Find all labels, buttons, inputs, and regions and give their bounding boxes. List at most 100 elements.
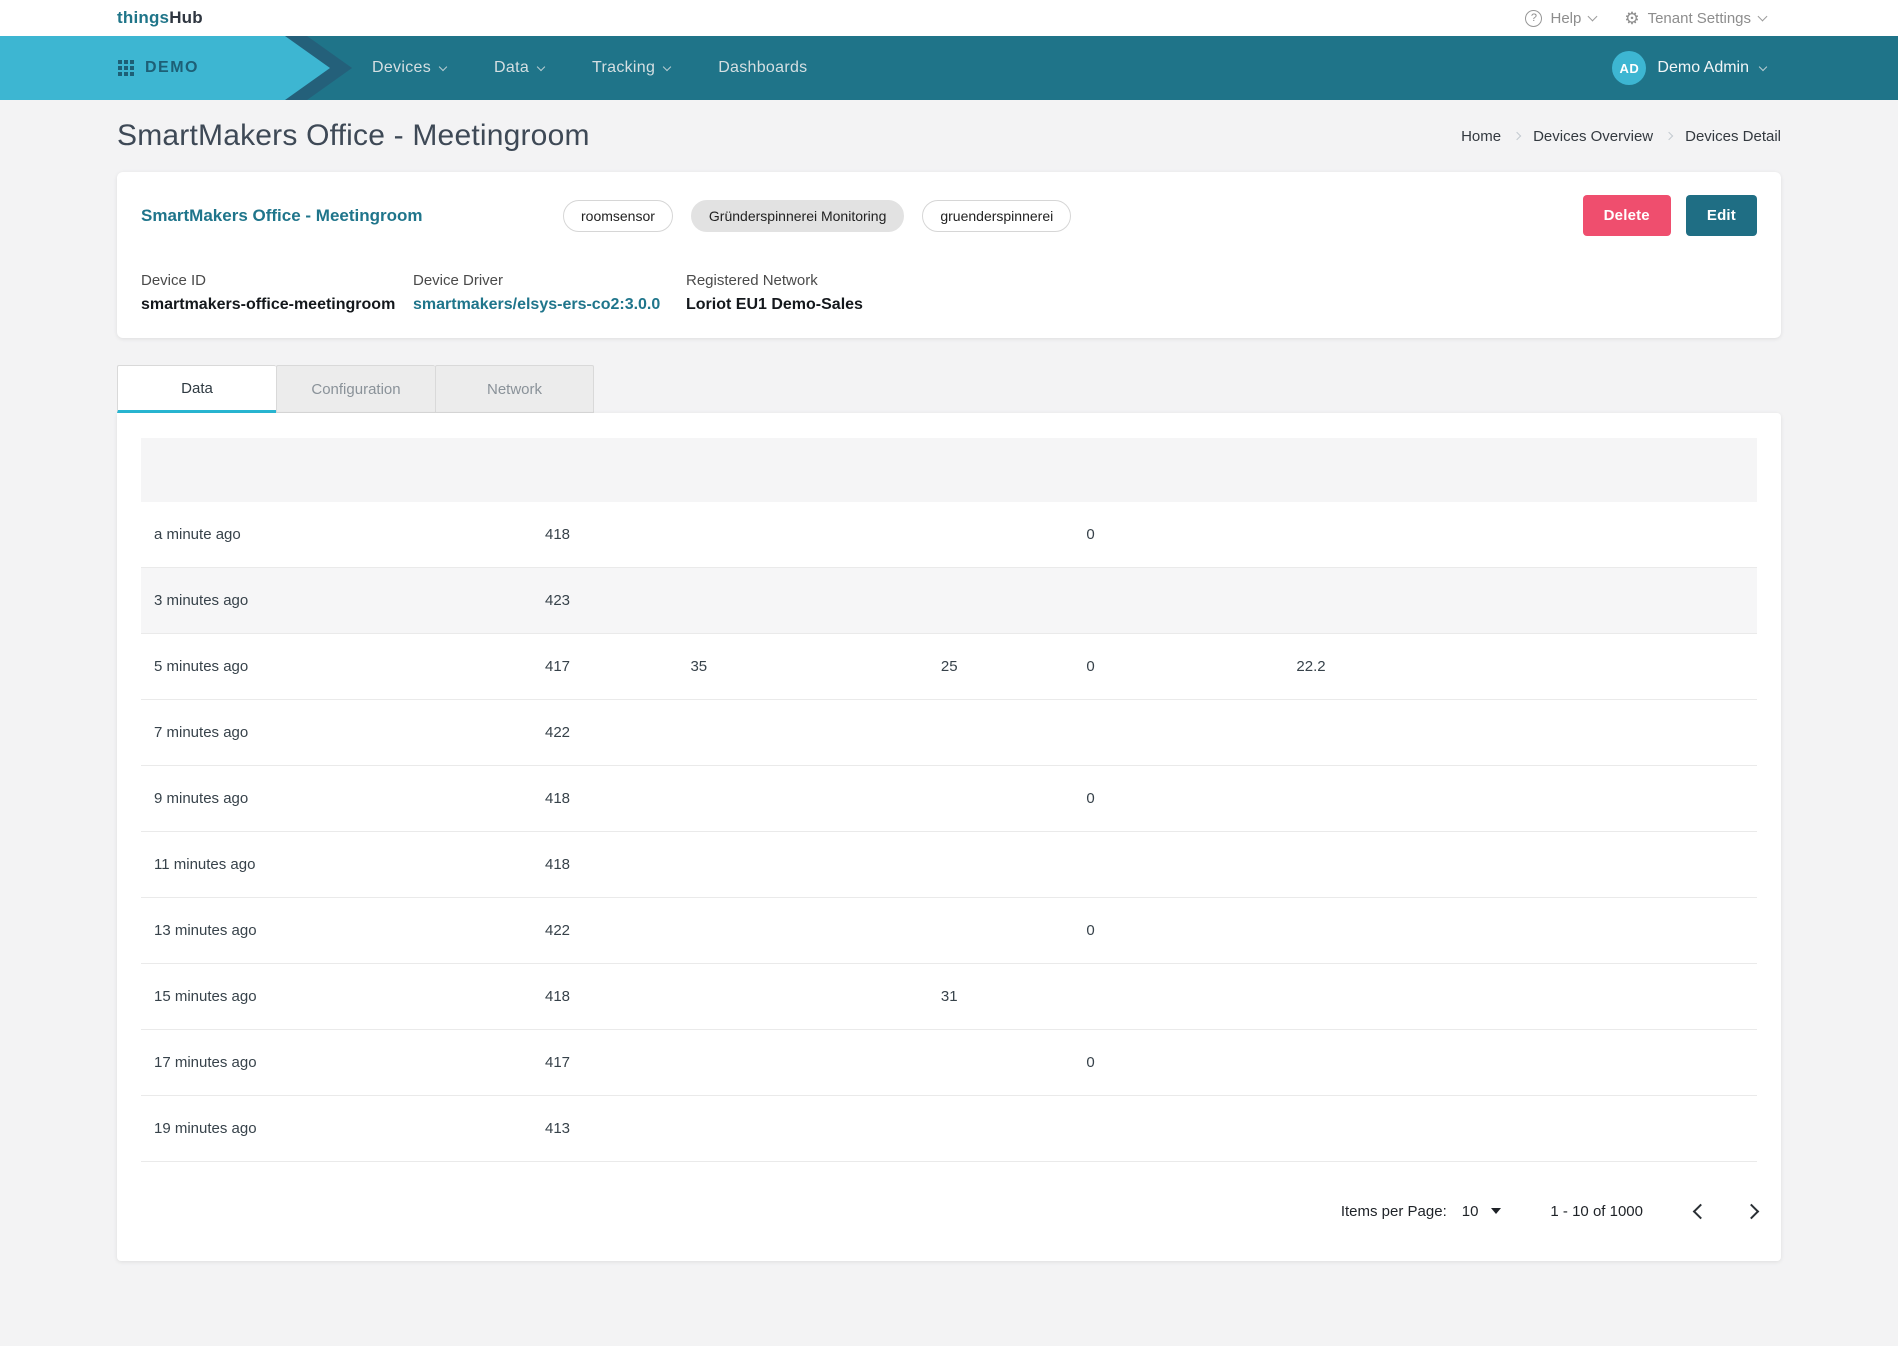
page-content: SmartMakers Office - Meetingroom Home De…: [0, 100, 1898, 1261]
chevron-down-icon: [439, 62, 447, 70]
table-row[interactable]: 5 minutes ago4173525022.2: [141, 634, 1757, 700]
device-name: SmartMakers Office - Meetingroom: [141, 206, 563, 226]
gear-icon: ⚙: [1624, 10, 1639, 27]
row-value: 417: [545, 1054, 690, 1071]
previous-page-button[interactable]: [1693, 1203, 1709, 1219]
row-timestamp: 19 minutes ago: [141, 1120, 545, 1137]
items-per-page-select[interactable]: 10: [1462, 1203, 1502, 1220]
device-summary-card: SmartMakers Office - Meetingroom roomsen…: [117, 172, 1781, 338]
tab-configuration[interactable]: Configuration: [276, 365, 435, 413]
breadcrumb-devices-overview[interactable]: Devices Overview: [1533, 128, 1653, 145]
row-value: 422: [545, 724, 690, 741]
table-row[interactable]: 19 minutes ago413: [141, 1096, 1757, 1162]
breadcrumb-separator-icon: [1665, 132, 1673, 140]
nav-item-dashboards[interactable]: Dashboards: [718, 59, 807, 77]
chevron-down-icon: [537, 62, 545, 70]
main-navbar: DEMO Devices Data Tracking Dashboards AD…: [0, 36, 1898, 100]
row-timestamp: 13 minutes ago: [141, 922, 545, 939]
next-page-button[interactable]: [1744, 1203, 1760, 1219]
row-value: 0: [1086, 922, 1296, 939]
row-value: 413: [545, 1120, 690, 1137]
table-row[interactable]: 7 minutes ago422: [141, 700, 1757, 766]
breadcrumb-current: Devices Detail: [1685, 128, 1781, 145]
tab-data[interactable]: Data: [117, 365, 276, 413]
device-id-value: smartmakers-office-meetingroom: [141, 296, 413, 314]
edit-button[interactable]: Edit: [1686, 195, 1757, 236]
data-tab-panel: a minute ago41803 minutes ago4235 minute…: [117, 413, 1781, 1261]
topbar-right-group: ? Help ⚙ Tenant Settings: [1525, 10, 1766, 27]
table-row[interactable]: 11 minutes ago418: [141, 832, 1757, 898]
breadcrumb: Home Devices Overview Devices Detail: [1461, 128, 1781, 145]
registered-network-value: Loriot EU1 Demo-Sales: [686, 296, 863, 314]
help-menu[interactable]: ? Help: [1525, 10, 1596, 27]
chevron-down-icon: [663, 62, 671, 70]
row-timestamp: 3 minutes ago: [141, 592, 545, 609]
row-value: 418: [545, 988, 690, 1005]
items-per-page-label: Items per Page:: [1341, 1203, 1447, 1220]
row-value: 0: [1086, 658, 1296, 675]
tab-network[interactable]: Network: [435, 365, 594, 413]
row-value: 418: [545, 790, 690, 807]
tenant-settings-menu[interactable]: ⚙ Tenant Settings: [1624, 10, 1766, 27]
table-row[interactable]: 3 minutes ago423: [141, 568, 1757, 634]
nav-item-data[interactable]: Data: [494, 59, 544, 77]
row-value: 0: [1086, 526, 1296, 543]
row-timestamp: 5 minutes ago: [141, 658, 545, 675]
table-row[interactable]: 13 minutes ago422 0: [141, 898, 1757, 964]
thingshub-logo[interactable]: thingsHub: [117, 8, 203, 28]
logo-primary-text: things: [117, 8, 169, 27]
row-value: 31: [941, 988, 1086, 1005]
device-driver-link[interactable]: smartmakers/elsys-ers-co2:3.0.0: [413, 296, 686, 314]
table-row[interactable]: 17 minutes ago417 0: [141, 1030, 1757, 1096]
tag-roomsensor: roomsensor: [563, 200, 673, 232]
chevron-down-icon: [1758, 11, 1768, 21]
tag-gruenderspinnerei-monitoring: Gründerspinnerei Monitoring: [691, 200, 904, 232]
device-actions: Delete Edit: [1583, 195, 1757, 236]
table-body: a minute ago41803 minutes ago4235 minute…: [141, 502, 1757, 1162]
row-timestamp: 7 minutes ago: [141, 724, 545, 741]
table-row[interactable]: 15 minutes ago418 31: [141, 964, 1757, 1030]
row-timestamp: 15 minutes ago: [141, 988, 545, 1005]
breadcrumb-home[interactable]: Home: [1461, 128, 1501, 145]
row-value: 25: [941, 658, 1086, 675]
help-icon: ?: [1525, 10, 1542, 27]
device-tags: roomsensor Gründerspinnerei Monitoring g…: [563, 200, 1071, 232]
row-value: 417: [545, 658, 690, 675]
nav-item-devices[interactable]: Devices: [372, 59, 446, 77]
nav-item-tracking[interactable]: Tracking: [592, 59, 670, 77]
device-card-header: SmartMakers Office - Meetingroom roomsen…: [141, 195, 1757, 236]
nav-item-label: Dashboards: [718, 59, 807, 77]
row-value: 418: [545, 526, 690, 543]
chevron-down-icon: [1588, 11, 1598, 21]
user-name: Demo Admin: [1657, 59, 1749, 77]
tenant-name: DEMO: [145, 59, 199, 77]
tenant-settings-label: Tenant Settings: [1648, 10, 1751, 27]
row-timestamp: a minute ago: [141, 526, 545, 543]
row-timestamp: 17 minutes ago: [141, 1054, 545, 1071]
delete-button[interactable]: Delete: [1583, 195, 1671, 236]
nav-item-label: Data: [494, 59, 529, 77]
table-row[interactable]: a minute ago418 0: [141, 502, 1757, 568]
user-menu[interactable]: AD Demo Admin: [1612, 36, 1766, 100]
row-timestamp: 11 minutes ago: [141, 856, 545, 873]
row-value: 22.2: [1296, 658, 1757, 675]
row-value: 0: [1086, 790, 1296, 807]
device-fields: Device ID smartmakers-office-meetingroom…: [141, 272, 1757, 314]
table-row[interactable]: 9 minutes ago418 0: [141, 766, 1757, 832]
tenant-switcher[interactable]: DEMO: [0, 36, 330, 100]
field-device-driver: Device Driver smartmakers/elsys-ers-co2:…: [413, 272, 686, 314]
row-value: 422: [545, 922, 690, 939]
row-value: 35: [690, 658, 940, 675]
field-label: Device Driver: [413, 272, 686, 289]
field-registered-network: Registered Network Loriot EU1 Demo-Sales: [686, 272, 863, 314]
detail-tabs: Data Configuration Network: [117, 365, 1781, 413]
row-timestamp: 9 minutes ago: [141, 790, 545, 807]
page-header: SmartMakers Office - Meetingroom Home De…: [117, 100, 1781, 172]
table-header: [141, 438, 1757, 502]
row-value: 418: [545, 856, 690, 873]
row-value: 0: [1086, 1054, 1296, 1071]
pagination: Items per Page: 10 1 - 10 of 1000: [141, 1162, 1757, 1260]
help-label: Help: [1550, 10, 1581, 27]
row-value: 423: [545, 592, 690, 609]
logo-secondary-text: Hub: [169, 8, 203, 27]
